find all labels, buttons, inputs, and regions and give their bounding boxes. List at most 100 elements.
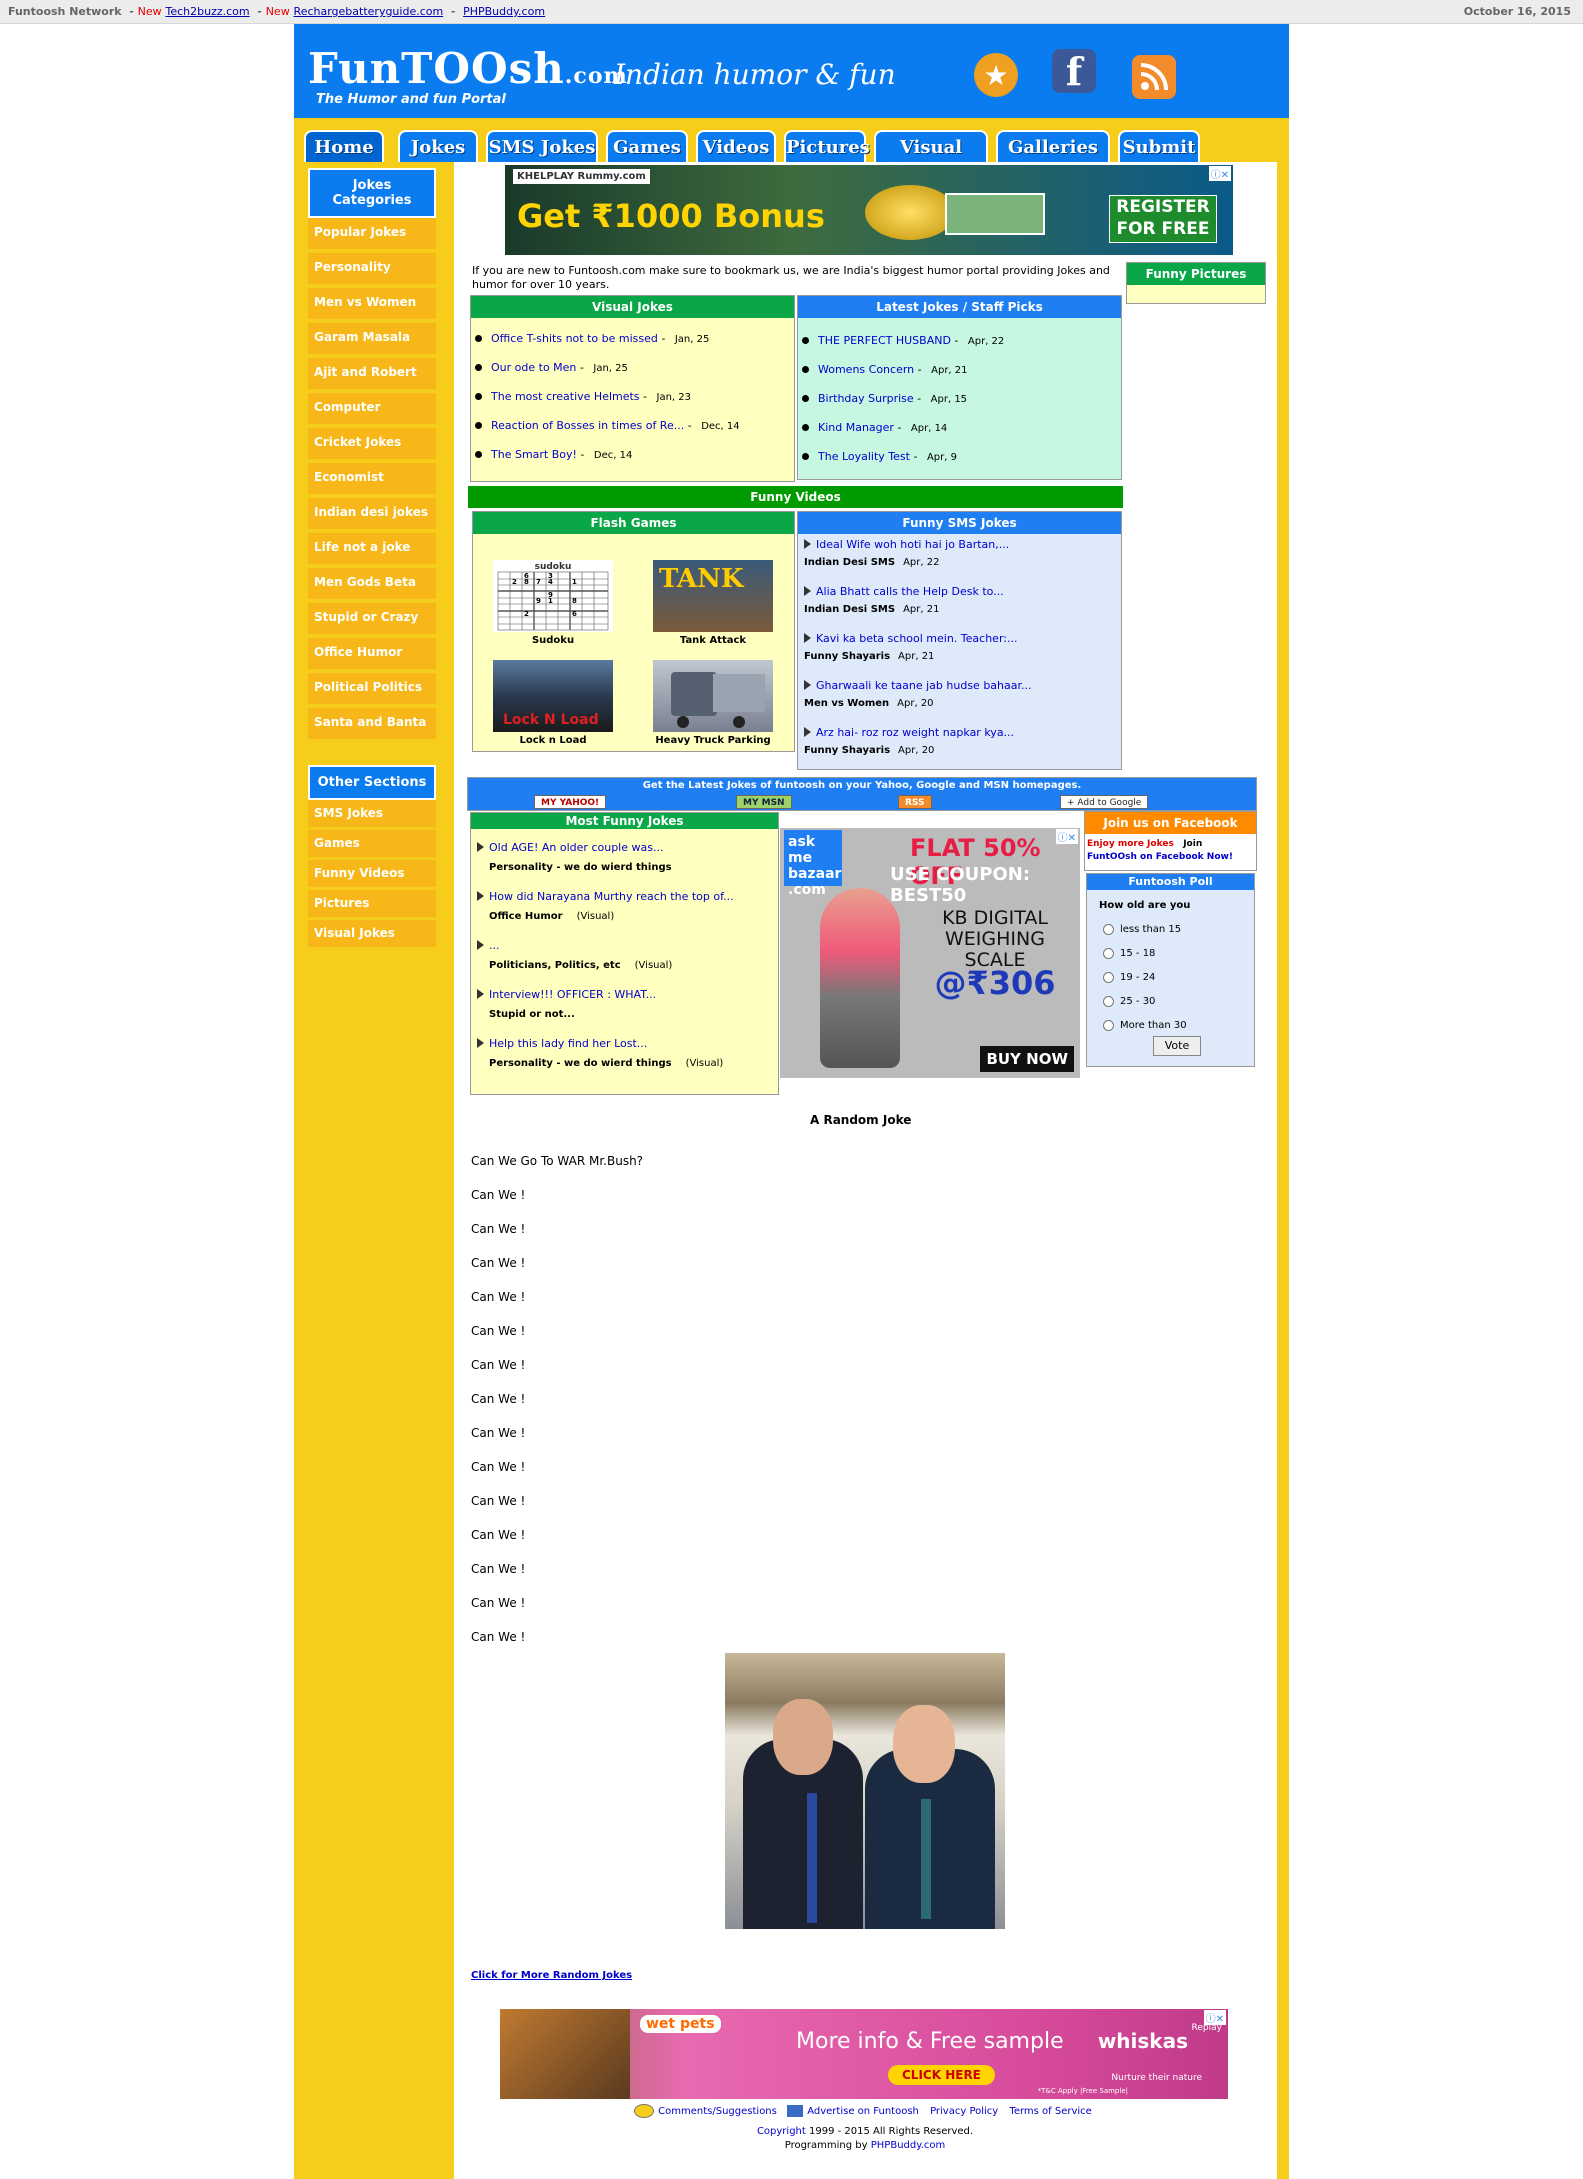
sms-joke-link[interactable]: Gharwaali ke taane jab hudse bahaar... [804, 679, 1115, 692]
game-heavy-truck-parking[interactable]: Heavy Truck Parking [653, 660, 773, 746]
radio-button[interactable] [1103, 947, 1114, 959]
visual-jokes-title[interactable]: Visual Jokes [471, 296, 794, 318]
latest-joke-link[interactable]: Birthday Surprise [818, 392, 914, 405]
most-funny-link[interactable]: Interview!!! OFFICER : WHAT... [477, 988, 772, 1001]
copyright-link[interactable]: Copyright [757, 2126, 806, 2137]
radio-button[interactable] [1103, 923, 1114, 935]
poll-option[interactable]: More than 30 [1087, 1013, 1254, 1037]
game-lock-n-load[interactable]: Lock N Load Lock n Load [493, 660, 613, 746]
sms-category[interactable]: Men vs Women [804, 698, 889, 709]
joke-category[interactable]: Personality - we do wierd things [489, 862, 672, 873]
network-link-rechargebatteryguide[interactable]: Rechargebatteryguide.com [294, 5, 444, 18]
joke-category[interactable]: Office Humor [489, 911, 563, 922]
joke-category[interactable]: Stupid or not... [489, 1009, 575, 1020]
sidebar-item-personality[interactable]: Personality [308, 253, 436, 288]
facebook-icon[interactable]: f [1052, 49, 1096, 94]
sidebar-item-computer[interactable]: Computer [308, 393, 436, 428]
poll-option[interactable]: 15 - 18 [1087, 941, 1254, 965]
poll-option[interactable]: less than 15 [1087, 917, 1254, 941]
poll-option[interactable]: 19 - 24 [1087, 965, 1254, 989]
ad-buy-button[interactable]: BUY NOW [980, 1046, 1074, 1072]
ad-close-icon[interactable]: ⓘ✕ [1203, 2010, 1226, 2025]
funny-videos-bar[interactable]: Funny Videos [468, 486, 1123, 508]
most-funny-link[interactable]: Help this lady find her Lost... [477, 1037, 772, 1050]
sidebar-item-political-politics[interactable]: Political Politics [308, 673, 436, 708]
sms-jokes-title[interactable]: Funny SMS Jokes [798, 512, 1121, 534]
joke-category[interactable]: Politicians, Politics, etc [489, 960, 621, 971]
latest-joke-link[interactable]: Kind Manager [818, 421, 894, 434]
nav-sms-jokes[interactable]: SMS Jokes [486, 130, 598, 162]
sms-joke-link[interactable]: Ideal Wife woh hoti hai jo Bartan,... [804, 538, 1115, 551]
sms-joke-link[interactable]: Alia Bhatt calls the Help Desk to... [804, 585, 1115, 598]
footer-link-advertise[interactable]: Advertise on Funtoosh [807, 2106, 919, 2117]
poll-option[interactable]: 25 - 30 [1087, 989, 1254, 1013]
visual-joke-link[interactable]: Reaction of Bosses in times of Re... [491, 419, 684, 432]
sms-joke-link[interactable]: Kavi ka beta school mein. Teacher:... [804, 632, 1115, 645]
rss-button[interactable]: RSS [898, 795, 932, 809]
facebook-join-link[interactable]: FuntOOsh on Facebook Now! [1087, 852, 1233, 862]
latest-joke-link[interactable]: Womens Concern [818, 363, 914, 376]
latest-joke-link[interactable]: THE PERFECT HUSBAND [818, 334, 951, 347]
visual-joke-link[interactable]: Office T-shits not to be missed [491, 332, 658, 345]
nav-home[interactable]: Home [304, 130, 384, 162]
network-link-phpbuddy[interactable]: PHPBuddy.com [463, 5, 545, 18]
sms-category[interactable]: Indian Desi SMS [804, 604, 895, 615]
sidebar-item-sms-jokes[interactable]: SMS Jokes [308, 800, 436, 830]
nav-videos[interactable]: Videos [696, 130, 776, 162]
nav-pictures[interactable]: Pictures [784, 130, 870, 162]
favorite-icon[interactable]: ★ [974, 53, 1018, 97]
sidebar-item-pictures[interactable]: Pictures [308, 890, 436, 920]
top-banner-ad[interactable]: KHELPLAY Rummy.com Get ₹1000 Bonus REGIS… [505, 165, 1233, 255]
latest-joke-link[interactable]: The Loyality Test [818, 450, 910, 463]
sms-category[interactable]: Funny Shayaris [804, 745, 890, 756]
sms-category[interactable]: Funny Shayaris [804, 651, 890, 662]
ad-cta[interactable]: REGISTER FOR FREE [1109, 195, 1217, 243]
my-yahoo-button[interactable]: MY YAHOO! [534, 795, 607, 809]
programming-link[interactable]: PHPBuddy.com [871, 2140, 946, 2151]
sidebar-item-indian-desi-jokes[interactable]: Indian desi jokes [308, 498, 436, 533]
ad-close-icon[interactable]: ⓘ✕ [1055, 829, 1078, 844]
nav-visual-joke[interactable]: Visual Joke [874, 130, 988, 190]
nav-galleries[interactable]: Galleries [996, 130, 1110, 162]
sidebar-item-life-not-a-joke[interactable]: Life not a joke [308, 533, 436, 568]
funny-pictures-title[interactable]: Funny Pictures [1127, 263, 1265, 285]
sidebar-item-men-gods-beta[interactable]: Men Gods Beta [308, 568, 436, 603]
visual-joke-link[interactable]: Our ode to Men [491, 361, 576, 374]
rss-icon[interactable] [1132, 55, 1176, 99]
footer-link-privacy[interactable]: Privacy Policy [930, 2106, 998, 2117]
visual-joke-link[interactable]: The Smart Boy! [491, 448, 577, 461]
sidebar-item-ajit-and-robert[interactable]: Ajit and Robert [308, 358, 436, 393]
radio-button[interactable] [1103, 971, 1114, 983]
flash-games-title[interactable]: Flash Games [473, 512, 794, 534]
radio-button[interactable] [1103, 1019, 1114, 1031]
sidebar-item-stupid-or-crazy[interactable]: Stupid or Crazy [308, 603, 436, 638]
sms-joke-link[interactable]: Arz hai- roz roz weight napkar kya... [804, 726, 1115, 739]
game-tank-attack[interactable]: TANK Tank Attack [653, 560, 773, 646]
sidebar-item-economist[interactable]: Economist [308, 463, 436, 498]
middle-banner-ad[interactable]: ask me bazaar .com FLAT 50% OFF USE COUP… [780, 828, 1080, 1078]
bottom-banner-ad[interactable]: wet pets More info & Free sample CLICK H… [500, 2009, 1228, 2099]
more-random-jokes-link[interactable]: Click for More Random Jokes [471, 1970, 632, 1981]
visual-joke-link[interactable]: The most creative Helmets [491, 390, 640, 403]
add-to-google-button[interactable]: + Add to Google [1060, 795, 1149, 809]
sidebar-item-men-vs-women[interactable]: Men vs Women [308, 288, 436, 323]
sidebar-item-popular-jokes[interactable]: Popular Jokes [308, 218, 436, 253]
sidebar-item-garam-masala[interactable]: Garam Masala [308, 323, 436, 358]
vote-button[interactable]: Vote [1153, 1036, 1201, 1056]
most-funny-link[interactable]: ... [477, 939, 772, 952]
network-link-tech2buzz[interactable]: Tech2buzz.com [166, 5, 250, 18]
nav-submit[interactable]: Submit [1118, 130, 1200, 162]
nav-jokes[interactable]: Jokes [398, 130, 478, 162]
joke-category[interactable]: Personality - we do wierd things [489, 1058, 672, 1069]
site-logo[interactable]: FunTOOsh.com [308, 44, 628, 93]
sidebar-item-games[interactable]: Games [308, 830, 436, 860]
most-funny-jokes-title[interactable]: Most Funny Jokes [471, 813, 778, 829]
sidebar-item-santa-and-banta[interactable]: Santa and Banta [308, 708, 436, 743]
most-funny-link[interactable]: Old AGE! An older couple was... [477, 841, 772, 854]
nav-games[interactable]: Games [606, 130, 688, 162]
sidebar-item-visual-jokes[interactable]: Visual Jokes [308, 920, 436, 950]
ad-click-here-button[interactable]: CLICK HERE [888, 2065, 995, 2085]
ad-close-icon[interactable]: ⓘ✕ [1208, 166, 1231, 181]
sidebar-item-office-humor[interactable]: Office Humor [308, 638, 436, 673]
sidebar-item-funny-videos[interactable]: Funny Videos [308, 860, 436, 890]
